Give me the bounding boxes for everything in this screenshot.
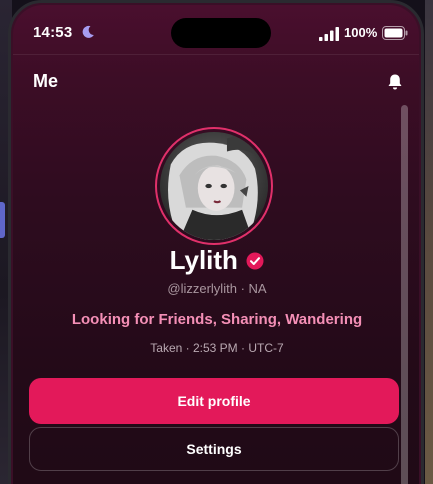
display-name-row: Lylith xyxy=(13,245,419,276)
status-bar: 14:53 100% xyxy=(13,5,419,55)
page-title: Me xyxy=(33,71,59,91)
avatar-ring[interactable] xyxy=(155,127,273,245)
desktop-accent xyxy=(0,202,5,238)
relationship-status: Taken xyxy=(150,341,183,355)
avatar-image xyxy=(160,132,268,240)
moon-icon xyxy=(82,25,94,38)
verified-badge-icon xyxy=(246,252,264,269)
avatar[interactable] xyxy=(160,132,268,240)
location: NA xyxy=(248,281,267,296)
signal-icon xyxy=(319,27,339,41)
timezone: UTC-7 xyxy=(248,341,284,355)
meta-separator-2: · xyxy=(241,341,246,355)
display-name: Lylith xyxy=(169,245,238,275)
phone-frame: 14:53 100% Me Lylith @lizzerlylith · NA … xyxy=(8,0,424,484)
profile-screen: 14:53 100% Me Lylith @lizzerlylith · NA … xyxy=(13,5,419,484)
status-time: 14:53 xyxy=(33,24,73,41)
desktop-edge-right xyxy=(425,0,433,484)
settings-button[interactable]: Settings xyxy=(29,427,399,471)
bell-icon[interactable] xyxy=(387,73,403,91)
bio: Looking for Friends, Sharing, Wandering xyxy=(71,311,363,328)
edit-profile-button[interactable]: Edit profile xyxy=(29,378,399,424)
dynamic-island xyxy=(171,18,271,48)
status-meta-row: Taken · 2:53 PM · UTC-7 xyxy=(13,341,419,355)
battery-icon xyxy=(382,26,408,40)
handle: @lizzerlylith xyxy=(167,281,237,296)
local-time: 2:53 PM xyxy=(192,341,238,355)
battery-percent: 100% xyxy=(344,25,378,40)
handle-row: @lizzerlylith · NA xyxy=(13,281,419,296)
meta-separator-1: · xyxy=(185,341,190,355)
handle-separator: · xyxy=(240,281,245,296)
